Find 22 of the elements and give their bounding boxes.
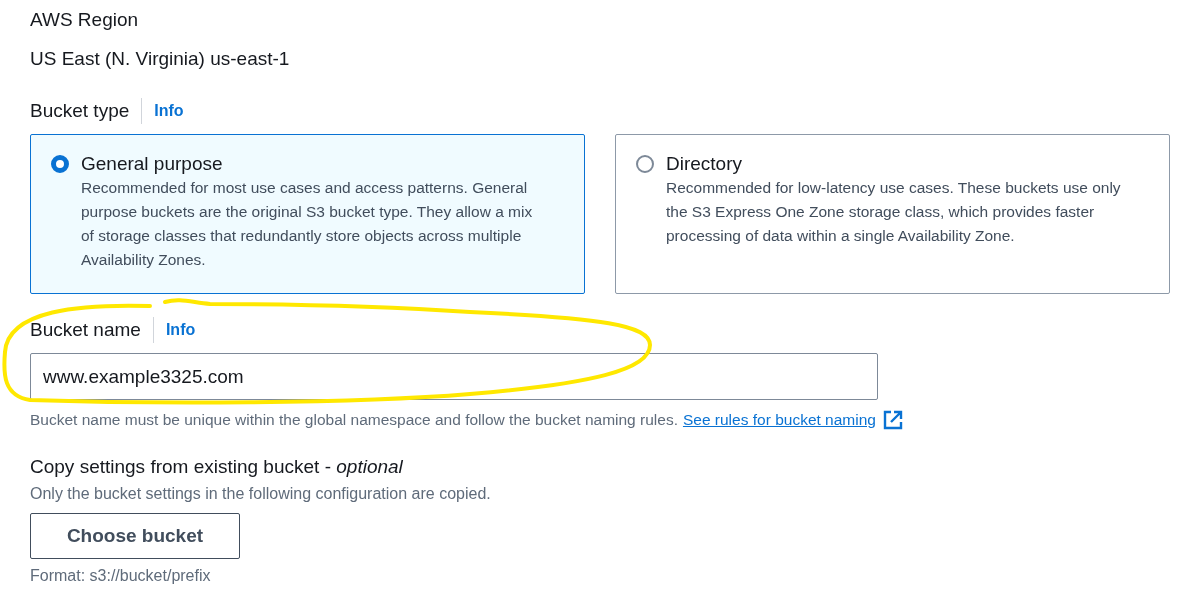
naming-rules-link[interactable]: See rules for bucket naming — [682, 411, 876, 429]
help-text: Bucket name must be unique within the global namespace and follow the bucket naming rules. — [30, 410, 678, 430]
info-link[interactable]: Info — [165, 321, 196, 339]
radio-button[interactable] — [51, 155, 69, 173]
option-description: Recommended for low-latency use cases. These buckets use only the S3 Express One Zone storage class, which provides faster processing of data within a single Availability Zone. — [666, 178, 1122, 246]
radio-button[interactable] — [636, 155, 654, 173]
field-label: AWS Region — [30, 8, 140, 32]
choose-bucket-button[interactable]: Choose bucket — [30, 513, 240, 559]
option-card[interactable] — [30, 134, 585, 294]
info-link[interactable]: Info — [154, 102, 184, 120]
option-card[interactable]: Directory Recommended for low-latency use cases. These buckets use only the S3 Express One Zone storage class, which provides faster processing of data within a single Availability Zone. — [615, 134, 1170, 294]
external-link-icon — [881, 409, 904, 431]
option-description: Recommended for most use cases and access patterns. General purpose buckets are the original S3 bucket type. They allow a mix of storage classes that redundantly store objects across multiple Availability Zones. — [81, 178, 534, 270]
option-title: General purpose — [81, 152, 224, 176]
option-title: Directory — [666, 152, 743, 176]
field-label: Bucket type — [30, 99, 130, 123]
bucket-name-field[interactable]: www.example3325.com — [30, 353, 878, 400]
format-hint: Format: s3://bucket/prefix — [30, 566, 212, 586]
field-label: Bucket name — [30, 318, 141, 342]
field-label: Copy settings from existing bucket - optional — [30, 455, 404, 479]
field-description: Only the bucket settings in the following configuration are copied. — [30, 484, 492, 504]
region-value: US East (N. Virginia) us-east-1 — [30, 47, 291, 71]
